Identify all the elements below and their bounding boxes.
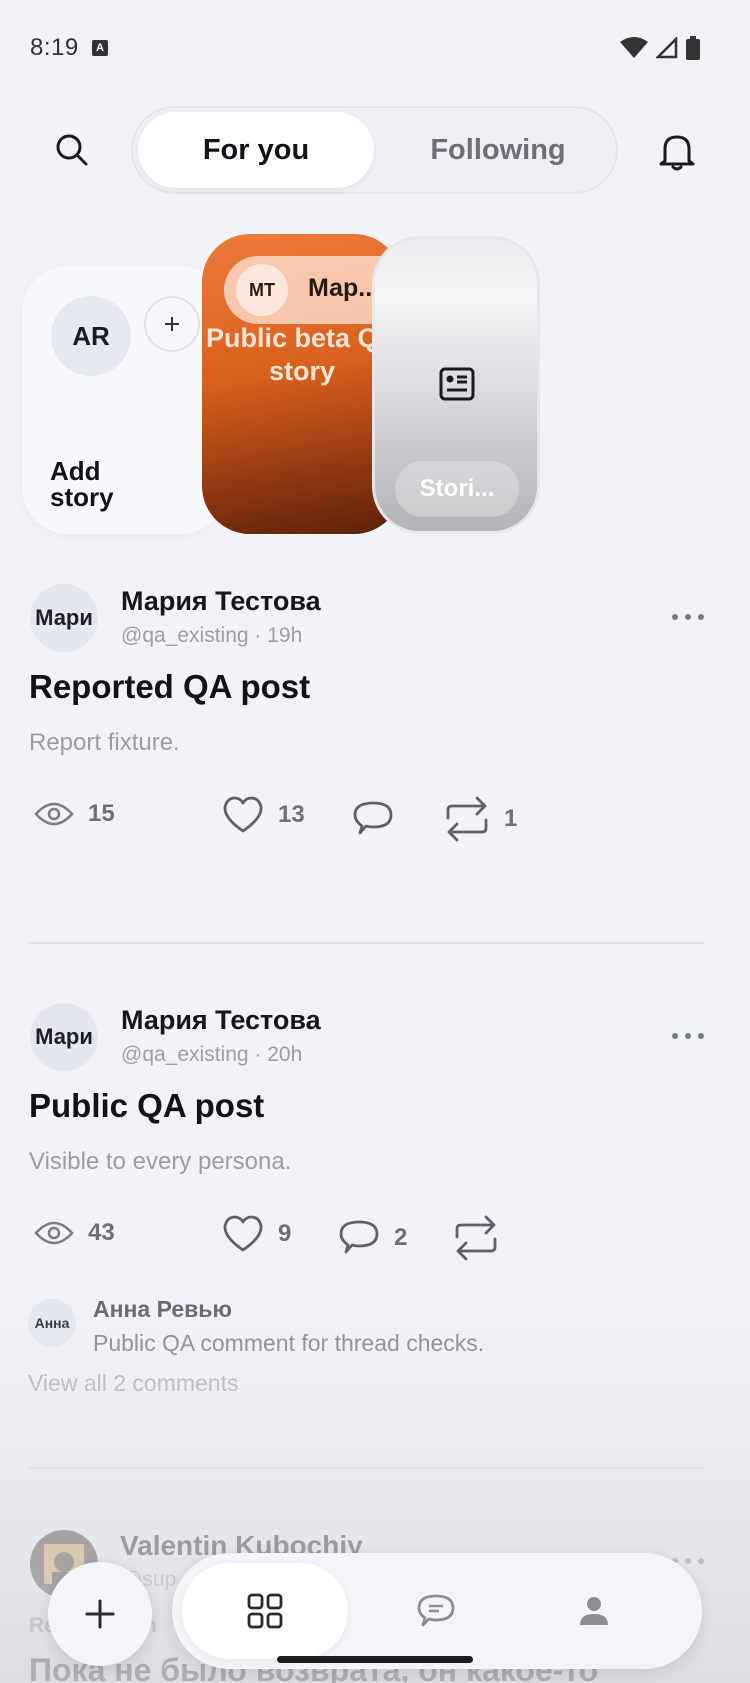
repost-icon bbox=[446, 796, 488, 842]
tab-for-you[interactable]: For you bbox=[138, 112, 374, 188]
comment-avatar[interactable]: Анна bbox=[28, 1299, 76, 1347]
comment-text: Public QA comment for thread checks. bbox=[93, 1330, 485, 1356]
nav-feed[interactable] bbox=[182, 1563, 348, 1659]
feed-tab-switch: For you Following bbox=[131, 106, 618, 194]
comments-value: 2 bbox=[394, 1224, 408, 1251]
views-value: 43 bbox=[88, 1219, 115, 1246]
view-all-comments-link[interactable]: View all 2 comments bbox=[28, 1370, 239, 1397]
battery-icon bbox=[686, 36, 700, 60]
notifications-button[interactable] bbox=[652, 126, 702, 176]
person-icon bbox=[580, 1597, 608, 1625]
add-story-plus-button[interactable] bbox=[144, 296, 200, 352]
avatar: AR bbox=[51, 296, 131, 376]
id-card-icon bbox=[439, 367, 475, 401]
views-value: 15 bbox=[88, 800, 115, 827]
tab-following[interactable]: Following bbox=[383, 112, 613, 188]
post-author[interactable]: Мария Тестова bbox=[121, 586, 321, 617]
views-count: 43 bbox=[34, 1219, 115, 1247]
bell-icon bbox=[659, 135, 695, 171]
comment-icon bbox=[339, 1220, 379, 1254]
notification-a-icon: A bbox=[92, 40, 108, 56]
plus-icon bbox=[85, 1599, 115, 1629]
post-divider bbox=[28, 1467, 704, 1469]
add-story-label: Add story bbox=[50, 456, 114, 512]
search-button[interactable] bbox=[48, 126, 96, 174]
comment-author[interactable]: Анна Ревью bbox=[93, 1296, 232, 1323]
post-handle: @qa_existing · 19h bbox=[121, 624, 303, 647]
eye-icon bbox=[34, 802, 74, 826]
search-icon bbox=[56, 134, 88, 166]
chat-icon bbox=[417, 1594, 455, 1627]
eye-icon bbox=[34, 1221, 74, 1245]
post-body: Report fixture. bbox=[29, 729, 180, 756]
home-indicator bbox=[277, 1656, 473, 1663]
heart-icon bbox=[223, 1215, 263, 1252]
like-button[interactable]: 9 bbox=[222, 1215, 291, 1253]
reposts-value: 1 bbox=[504, 805, 518, 832]
nav-messages[interactable] bbox=[376, 1563, 496, 1659]
post-handle: @qa_existing · 20h bbox=[121, 1043, 303, 1066]
like-button[interactable]: 13 bbox=[222, 796, 305, 834]
avatar: MT bbox=[236, 264, 288, 316]
create-post-button[interactable] bbox=[48, 1562, 152, 1666]
heart-icon bbox=[223, 796, 263, 833]
views-count: 15 bbox=[34, 800, 115, 828]
wifi-icon bbox=[620, 37, 648, 58]
likes-value: 9 bbox=[278, 1220, 292, 1247]
likes-value: 13 bbox=[278, 801, 305, 828]
status-time: 8:19 bbox=[30, 34, 79, 61]
bottom-navigation bbox=[172, 1553, 702, 1669]
avatar[interactable]: Мари bbox=[30, 584, 98, 652]
plus-icon bbox=[165, 317, 179, 331]
more-options-button[interactable] bbox=[672, 1033, 704, 1039]
post-divider bbox=[28, 942, 704, 944]
more-options-button[interactable] bbox=[672, 614, 704, 620]
comment-button[interactable]: 2 bbox=[338, 1219, 407, 1257]
add-story-card[interactable]: AR Add story bbox=[22, 266, 227, 534]
avatar[interactable]: Мари bbox=[30, 1003, 98, 1071]
grid-icon bbox=[247, 1593, 283, 1629]
story-author-name: Мар... bbox=[308, 274, 380, 302]
repost-icon bbox=[455, 1215, 497, 1261]
stories-card[interactable]: Stori... bbox=[372, 236, 540, 534]
signal-icon bbox=[656, 37, 678, 59]
stories-label: Stori... bbox=[395, 461, 519, 517]
post-title[interactable]: Public QA post bbox=[29, 1087, 264, 1125]
repost-button[interactable]: 1 bbox=[444, 794, 517, 844]
status-icons bbox=[620, 36, 700, 60]
repost-button[interactable] bbox=[453, 1213, 513, 1263]
nav-profile[interactable] bbox=[534, 1563, 654, 1659]
post-title[interactable]: Reported QA post bbox=[29, 668, 310, 706]
post-author[interactable]: Мария Тестова bbox=[121, 1005, 321, 1036]
comment-icon bbox=[353, 801, 393, 835]
post-body: Visible to every persona. bbox=[29, 1148, 292, 1175]
comment-button[interactable] bbox=[352, 800, 408, 838]
